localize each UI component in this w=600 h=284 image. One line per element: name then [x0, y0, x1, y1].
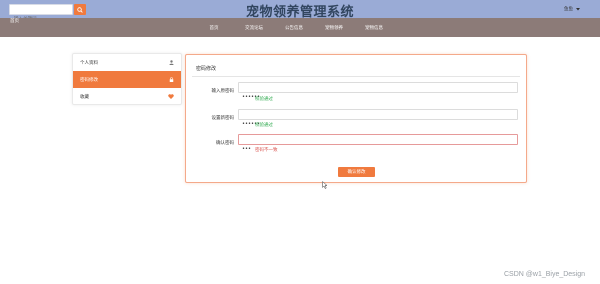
confirm-password-label: 确认密码 — [216, 141, 234, 146]
new-password-field[interactable] — [239, 119, 517, 129]
new-password-label: 设置新密码 — [211, 116, 235, 121]
confirm-password-hint: 密码不一致 — [255, 148, 278, 153]
mouse-cursor-icon — [322, 181, 328, 189]
user-name: 鱼鱼 — [564, 7, 573, 12]
nav-menu: 首页 交流论坛 公告信息 宠物领养 宠物信息 — [194, 25, 394, 31]
nav-item-forum[interactable]: 交流论坛 — [234, 25, 274, 31]
sidebar-item-label: 密码修改 — [80, 77, 98, 83]
new-password-hint: 校验通过 — [255, 123, 273, 128]
nav-item-notice[interactable]: 公告信息 — [274, 25, 314, 31]
new-password-field-box — [238, 109, 518, 129]
user-icon — [169, 60, 174, 65]
lock-icon — [169, 77, 174, 82]
nav-item-home[interactable]: 首页 — [194, 25, 234, 31]
sidebar-item-password[interactable]: 密码修改 — [73, 71, 181, 88]
sidebar-item-profile[interactable]: 个人资料 — [73, 54, 181, 71]
top-header: 宠物领养管理系统 鱼鱼 — [0, 0, 600, 24]
nav-item-pets[interactable]: 宠物信息 — [354, 25, 394, 31]
old-password-field[interactable] — [239, 92, 517, 102]
confirm-change-button[interactable]: 确认修改 — [338, 167, 375, 177]
sidebar-item-label: 个人资料 — [80, 60, 98, 66]
nav-item-adoption[interactable]: 宠物领养 — [314, 25, 354, 31]
sidebar-item-favorites[interactable]: 收藏 — [73, 88, 181, 105]
user-menu[interactable]: 鱼鱼 — [564, 6, 580, 12]
chevron-down-icon — [576, 7, 580, 10]
heart-icon — [168, 94, 174, 99]
confirm-password-field-box — [238, 134, 518, 154]
account-sidebar: 个人资料 密码修改 收藏 — [72, 53, 182, 105]
sidebar-item-label: 收藏 — [80, 94, 89, 100]
panel-divider — [192, 76, 520, 77]
confirm-password-field[interactable] — [239, 144, 517, 154]
old-password-hint: 校验通过 — [255, 97, 273, 102]
password-panel: 密码修改 输入原密码 校验通过 设置新密码 校验通过 确认密码 密码不一致 确认… — [185, 54, 527, 183]
nav-bar: 首页 首页 交流论坛 公告信息 宠物领养 宠物信息 — [0, 18, 600, 37]
old-password-field-box — [238, 82, 518, 102]
watermark: CSDN @w1_Biye_Design — [504, 271, 586, 278]
panel-title: 密码修改 — [196, 66, 217, 72]
old-password-label: 输入原密码 — [211, 89, 235, 94]
nav-home-link[interactable]: 首页 — [10, 18, 19, 24]
